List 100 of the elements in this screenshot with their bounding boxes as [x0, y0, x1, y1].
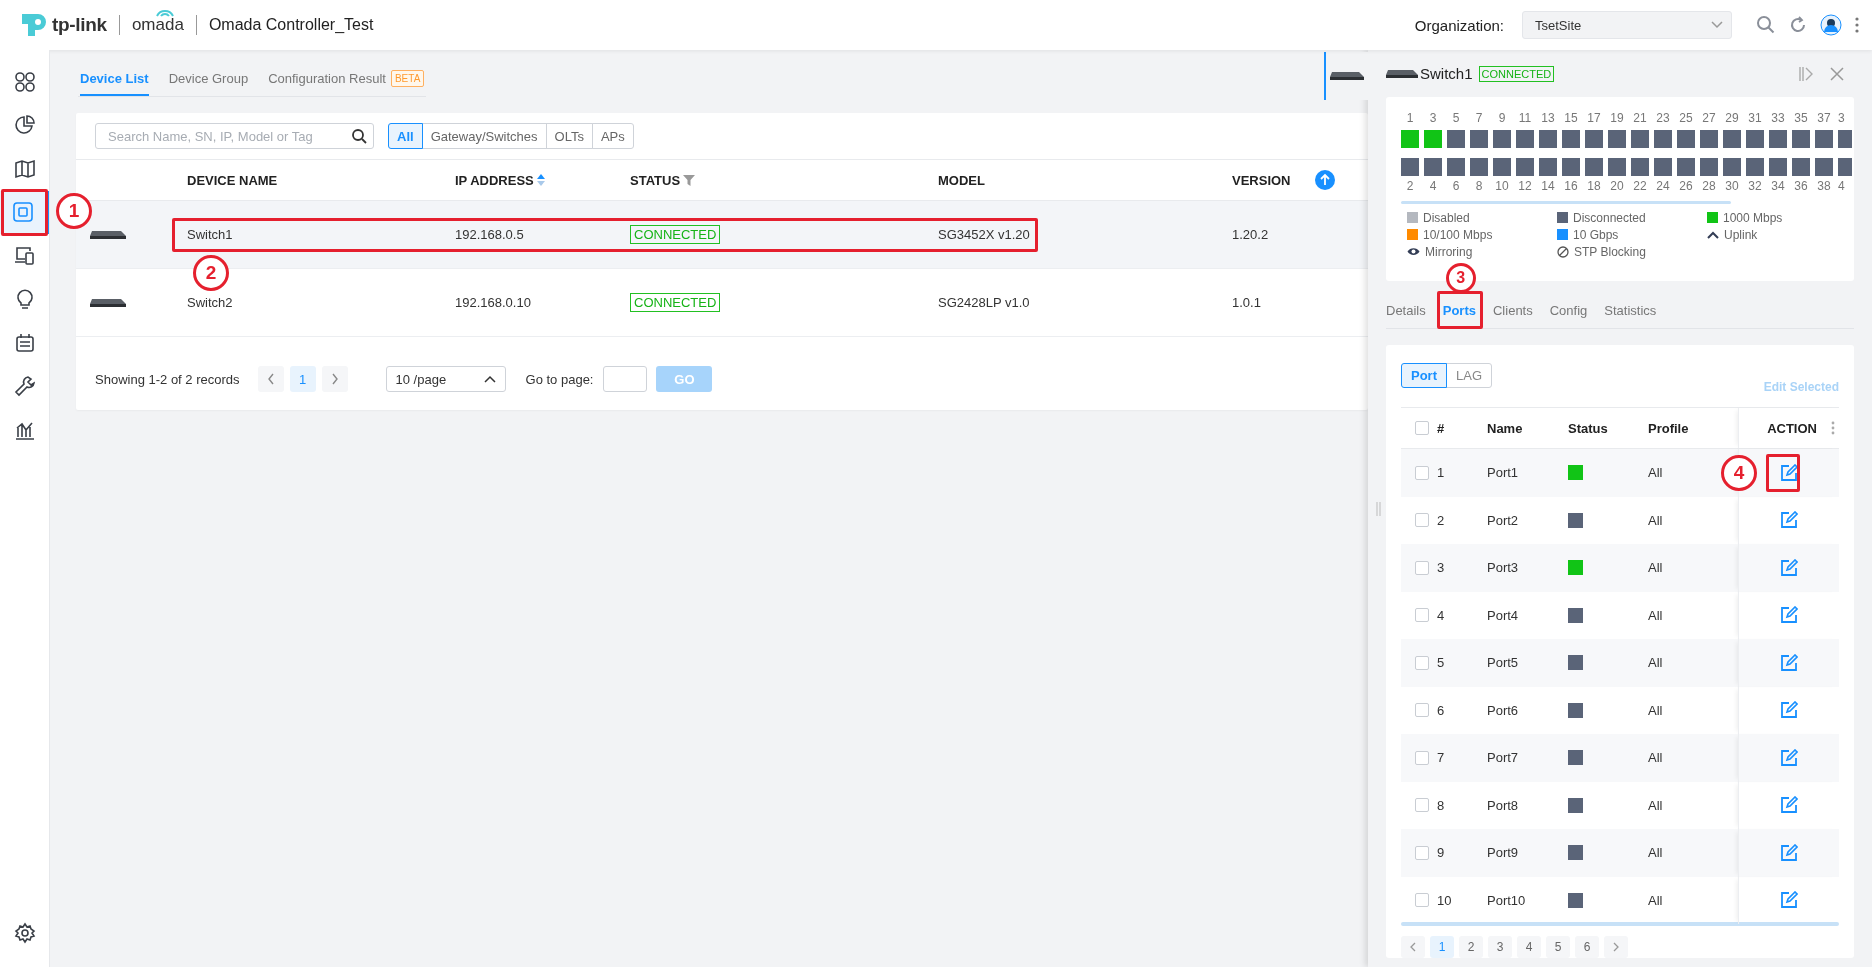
column-header[interactable]: VERSION	[1232, 172, 1291, 188]
more-icon[interactable]	[1831, 421, 1835, 435]
port-square[interactable]	[1424, 130, 1442, 148]
port-square[interactable]	[1792, 158, 1810, 176]
page-button[interactable]: 4	[1517, 936, 1541, 958]
port-square[interactable]	[1470, 158, 1488, 176]
column-header[interactable]: STATUS	[630, 172, 938, 188]
port-square[interactable]	[1470, 130, 1488, 148]
port-square[interactable]	[1815, 158, 1833, 176]
port-square[interactable]	[1746, 158, 1764, 176]
port-square[interactable]	[1516, 130, 1534, 148]
tab[interactable]: Device Group	[168, 68, 249, 96]
switch-icon[interactable]	[1330, 72, 1364, 80]
port-square[interactable]	[1493, 130, 1511, 148]
port-square[interactable]	[1539, 130, 1557, 148]
page-button[interactable]: 3	[1488, 936, 1512, 958]
port-square[interactable]	[1769, 158, 1787, 176]
row-checkbox[interactable]	[1415, 560, 1429, 575]
edit-icon[interactable]	[1780, 606, 1798, 625]
edit-icon[interactable]	[1780, 701, 1798, 720]
page-size-select[interactable]: 10 /page	[385, 366, 506, 392]
port-square[interactable]	[1447, 130, 1465, 148]
port-square[interactable]	[1723, 158, 1741, 176]
port-square[interactable]	[1516, 158, 1534, 176]
port-square[interactable]	[1608, 158, 1626, 176]
collapse-icon[interactable]	[1798, 65, 1814, 82]
search-field[interactable]: Search Name, SN, IP, Model or Tag	[95, 123, 374, 149]
more-icon[interactable]	[1854, 16, 1860, 34]
edit-icon[interactable]	[1780, 748, 1798, 767]
filter-option[interactable]: Gateway/Switches	[421, 123, 547, 149]
port-square[interactable]	[1493, 158, 1511, 176]
page-number-field[interactable]	[603, 366, 648, 392]
page-button[interactable]: 1	[1430, 936, 1454, 958]
port-square[interactable]	[1838, 158, 1852, 176]
port-square[interactable]	[1700, 130, 1718, 148]
tab[interactable]: Statistics	[1604, 303, 1657, 328]
next-page-button[interactable]	[1604, 936, 1628, 958]
port-square[interactable]	[1654, 130, 1672, 148]
row-checkbox[interactable]	[1415, 465, 1429, 480]
port-square[interactable]	[1401, 158, 1419, 176]
edit-icon[interactable]	[1780, 843, 1798, 862]
row-checkbox[interactable]	[1415, 750, 1429, 765]
sort-icon[interactable]	[536, 174, 545, 186]
port-square[interactable]	[1562, 158, 1580, 176]
segment-option[interactable]: Port	[1401, 363, 1447, 388]
tab[interactable]: Clients	[1493, 303, 1533, 328]
previous-page-button[interactable]	[1401, 936, 1425, 958]
select-all-checkbox[interactable]	[1415, 421, 1429, 435]
port-square[interactable]	[1401, 130, 1419, 148]
drag-handle-icon[interactable]	[1376, 502, 1381, 516]
avatar-icon[interactable]	[1820, 14, 1842, 36]
next-page-button[interactable]	[321, 366, 348, 392]
page-button[interactable]: 1	[289, 366, 316, 392]
tab[interactable]: Ports	[1442, 303, 1476, 328]
close-icon[interactable]	[1830, 66, 1844, 81]
port-square[interactable]	[1562, 130, 1580, 148]
row-checkbox[interactable]	[1415, 893, 1429, 908]
search-icon[interactable]	[1756, 15, 1776, 35]
row-checkbox[interactable]	[1415, 798, 1429, 813]
port-square[interactable]	[1792, 130, 1810, 148]
port-square[interactable]	[1447, 158, 1465, 176]
port-square[interactable]	[1677, 158, 1695, 176]
previous-page-button[interactable]	[257, 366, 284, 392]
edit-icon[interactable]	[1780, 511, 1798, 530]
column-header[interactable]: IP ADDRESS	[455, 172, 630, 188]
edit-icon[interactable]	[1780, 558, 1798, 577]
filter-option[interactable]: OLTs	[545, 123, 593, 149]
page-button[interactable]: 5	[1546, 936, 1570, 958]
port-square[interactable]	[1677, 130, 1695, 148]
edit-icon[interactable]	[1780, 463, 1798, 482]
tab[interactable]: Device List	[80, 68, 149, 96]
filter-option[interactable]: APs	[591, 123, 634, 149]
edit-icon[interactable]	[1780, 891, 1798, 910]
row-checkbox[interactable]	[1415, 703, 1429, 718]
port-square[interactable]	[1608, 130, 1626, 148]
segment-option[interactable]: LAG	[1446, 363, 1492, 388]
port-square[interactable]	[1838, 130, 1852, 148]
row-checkbox[interactable]	[1415, 655, 1429, 670]
row-checkbox[interactable]	[1415, 513, 1429, 528]
tab[interactable]: Details	[1386, 303, 1426, 328]
port-square[interactable]	[1769, 130, 1787, 148]
port-square[interactable]	[1631, 130, 1649, 148]
filter-option[interactable]: All	[388, 123, 423, 149]
port-square[interactable]	[1654, 158, 1672, 176]
port-square[interactable]	[1815, 130, 1833, 148]
port-square[interactable]	[1585, 158, 1603, 176]
port-square[interactable]	[1700, 158, 1718, 176]
tab[interactable]: Config	[1549, 303, 1588, 328]
organization-select[interactable]: TsetSite	[1522, 11, 1732, 39]
port-square[interactable]	[1424, 158, 1442, 176]
filter-icon[interactable]	[683, 174, 696, 186]
port-square[interactable]	[1585, 130, 1603, 148]
tab[interactable]: Configuration Result BETA	[268, 68, 425, 96]
page-button[interactable]: 2	[1459, 936, 1483, 958]
port-square[interactable]	[1723, 130, 1741, 148]
row-checkbox[interactable]	[1415, 845, 1429, 860]
page-button[interactable]: 6	[1575, 936, 1599, 958]
row-checkbox[interactable]	[1415, 608, 1429, 623]
edit-icon[interactable]	[1780, 796, 1798, 815]
edit-icon[interactable]	[1780, 653, 1798, 672]
